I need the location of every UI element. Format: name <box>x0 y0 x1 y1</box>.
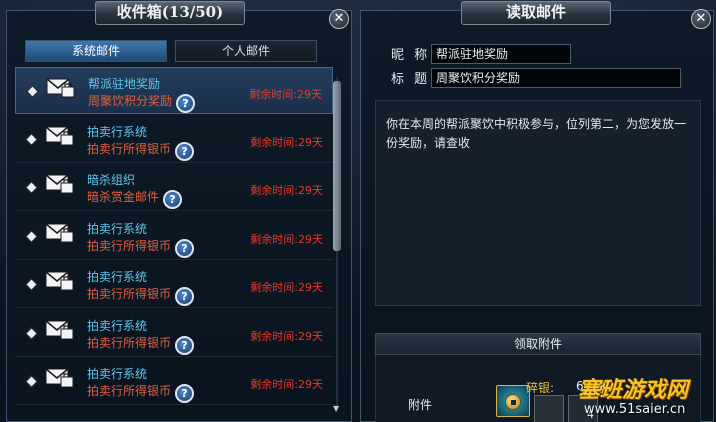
mail-subject: 拍卖行所得银币 <box>87 287 172 301</box>
tab-system-mail[interactable]: 系统邮件 <box>25 40 167 62</box>
question-icon[interactable]: ? <box>176 94 195 113</box>
envelope-icon <box>45 222 74 242</box>
mail-list: 帮派驻地奖励 周聚饮积分奖励 ? 剩余时间:29天 拍卖行系统 拍卖行所得银币 … <box>15 67 333 407</box>
mail-remaining-time: 剩余时间:29天 <box>250 281 323 294</box>
mail-row[interactable]: 暗杀组织 暗杀赏金邮件 ? 剩余时间:29天 <box>15 164 333 211</box>
envelope-icon <box>45 125 74 145</box>
diamond-bullet-icon <box>25 132 38 146</box>
mail-sender: 拍卖行系统 <box>87 270 148 284</box>
mail-remaining-time: 剩余时间:29天 <box>250 329 323 343</box>
mail-sender: 拍卖行系统 <box>87 367 148 381</box>
mail-row[interactable]: 拍卖行系统 拍卖行所得银币 ? 剩余时间:29天 <box>15 358 333 405</box>
mail-remaining-time: 剩余时间:29天 <box>250 184 323 197</box>
read-mail-panel: 读取邮件 ✕ 昵 称 帮派驻地奖励 标 题 周聚饮积分奖励 你在本周的帮派聚饮中… <box>360 1 714 422</box>
question-icon[interactable]: ? <box>175 335 194 355</box>
mail-list-scrollbar[interactable]: ▼ <box>333 71 341 413</box>
inbox-panel: 收件箱(13/50) ✕ 系统邮件 个人邮件 帮派驻地奖励 周聚饮积分奖励 ? … <box>6 1 352 422</box>
mail-row[interactable]: 拍卖行系统 拍卖行所得银币 ? 剩余时间:29天 <box>15 213 333 260</box>
mail-row[interactable]: 拍卖行系统 拍卖行所得银币 ? 剩余时间:29天 <box>15 310 333 357</box>
mail-subject: 拍卖行所得银币 <box>87 141 172 156</box>
question-icon[interactable]: ? <box>175 384 194 403</box>
mail-row[interactable]: 拍卖行系统 拍卖行所得银币 ? 剩余时间:29天 <box>15 261 333 308</box>
envelope-icon <box>45 319 74 339</box>
mail-row[interactable]: 帮派驻地奖励 周聚饮积分奖励 ? 剩余时间:29天 <box>15 67 333 114</box>
mail-subject: 拍卖行所得银币 <box>87 384 172 398</box>
attachment-slot-2[interactable] <box>534 395 564 422</box>
subject-label: 标 题 <box>391 72 431 87</box>
envelope-icon <box>45 271 74 291</box>
mail-remaining-time: 剩余时间:29天 <box>250 135 323 149</box>
question-icon[interactable]: ? <box>175 238 194 258</box>
mail-subject: 拍卖行所得银币 <box>87 335 172 350</box>
inbox-close-button[interactable]: ✕ <box>329 9 349 29</box>
mail-sender: 拍卖行系统 <box>87 221 148 236</box>
inbox-title: 收件箱(13/50) <box>95 1 245 25</box>
mail-remaining-time: 剩余时间:29天 <box>250 232 323 246</box>
mail-row[interactable]: 拍卖行系统 拍卖行所得银币 ? 剩余时间:29天 <box>15 116 333 163</box>
mail-subject: 拍卖行所得银币 <box>87 238 172 253</box>
read-mail-close-button[interactable]: ✕ <box>691 9 711 29</box>
diamond-bullet-icon <box>25 375 38 388</box>
diamond-bullet-icon <box>25 229 38 243</box>
question-icon[interactable]: ? <box>175 141 194 161</box>
mail-remaining-time: 剩余时间:29天 <box>249 88 322 101</box>
tab-personal-mail[interactable]: 个人邮件 <box>175 40 317 62</box>
mail-sender: 拍卖行系统 <box>87 318 148 333</box>
nickname-label: 昵 称 <box>391 48 431 63</box>
watermark-url: www.51saier.cn <box>584 402 686 417</box>
attachment-coin-slot[interactable] <box>496 385 530 417</box>
scroll-thumb[interactable] <box>333 81 341 251</box>
mail-sender: 拍卖行系统 <box>87 124 148 139</box>
mail-subject: 暗杀赏金邮件 <box>87 190 160 204</box>
mail-body: 你在本周的帮派聚饮中积极参与，位列第二，为您发放一份奖励，请查收 <box>375 100 701 306</box>
nickname-field: 帮派驻地奖励 <box>431 44 571 64</box>
diamond-bullet-icon <box>26 85 39 98</box>
mail-remaining-time: 剩余时间:29天 <box>250 378 323 391</box>
read-mail-title: 读取邮件 <box>461 1 611 25</box>
question-icon[interactable]: ? <box>175 287 194 306</box>
watermark-logo: 塞班游戏网 <box>578 377 689 403</box>
claim-attachment-button[interactable]: 领取附件 <box>375 333 701 355</box>
envelope-icon <box>45 174 74 194</box>
subject-field: 周聚饮积分奖励 <box>431 68 681 88</box>
mail-sender: 暗杀组织 <box>87 173 136 187</box>
coin-icon <box>505 394 521 410</box>
question-icon[interactable]: ? <box>163 190 182 209</box>
envelope-icon <box>46 78 75 98</box>
mail-subject: 周聚饮积分奖励 <box>88 94 173 108</box>
diamond-bullet-icon <box>25 278 38 291</box>
attachment-label: 附件 <box>408 398 433 412</box>
envelope-icon <box>45 368 74 388</box>
diamond-bullet-icon <box>25 326 38 340</box>
diamond-bullet-icon <box>25 181 38 194</box>
scroll-down-arrow-icon[interactable]: ▼ <box>333 405 341 413</box>
money-label: 碎银: <box>526 381 555 395</box>
mail-sender: 帮派驻地奖励 <box>88 77 161 91</box>
